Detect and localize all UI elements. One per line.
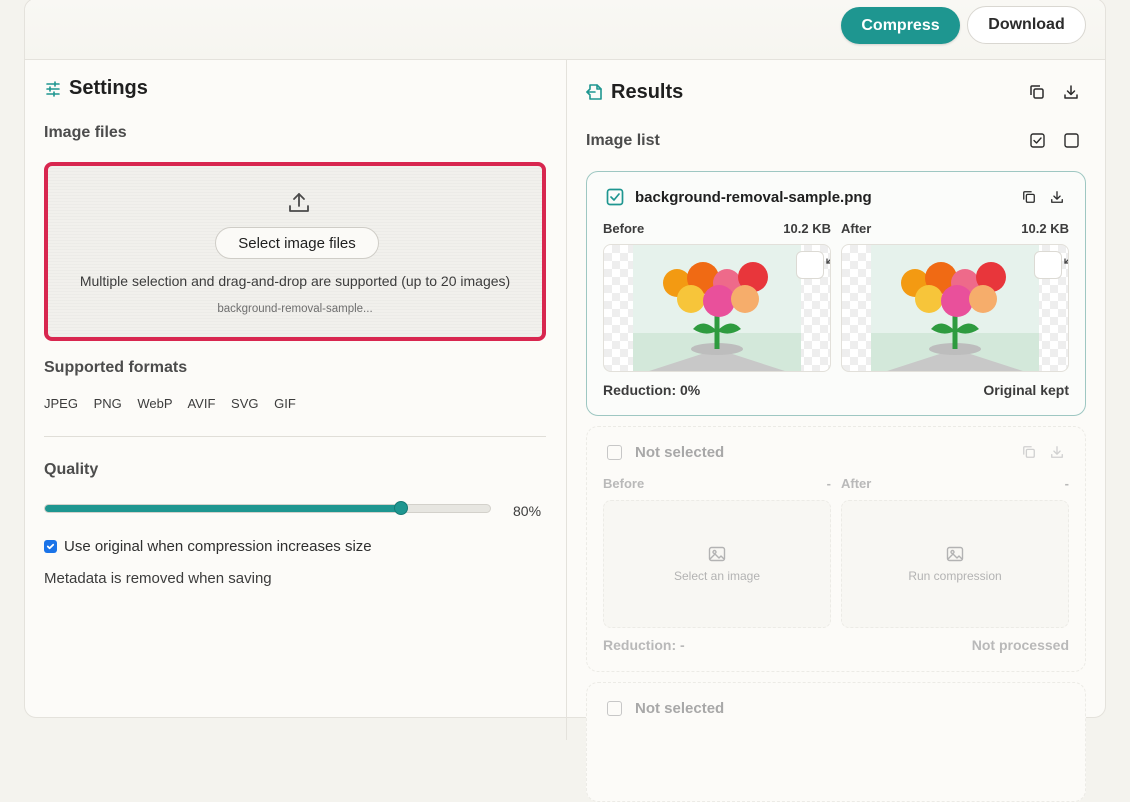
format-item: GIF (274, 396, 296, 411)
image-list-label: Image list (586, 132, 660, 149)
before-placeholder: Select an image (603, 500, 831, 628)
check-square-icon (606, 188, 624, 206)
card-checkbox[interactable] (607, 701, 622, 716)
result-card-empty: Not selected Before - After - Select an … (586, 426, 1086, 672)
upload-icon (287, 191, 311, 220)
before-placeholder-text: Select an image (673, 569, 761, 583)
panel-divider (566, 60, 567, 740)
app-frame: Compress Download Settings Image files S… (24, 0, 1106, 802)
select-all-button[interactable] (1026, 129, 1048, 151)
after-label: After (841, 476, 872, 491)
copy-icon (1023, 446, 1035, 458)
reduction-text: Reduction: 0% (603, 382, 701, 398)
quality-slider-thumb[interactable] (394, 501, 408, 515)
quality-value: 80% (513, 503, 542, 519)
card-checkbox[interactable] (607, 445, 622, 460)
after-placeholder: Run compression (841, 500, 1069, 628)
result-card-empty: Not selected (586, 682, 1086, 802)
file-export-icon (586, 83, 603, 106)
image-icon (946, 546, 964, 562)
format-item: WebP (137, 396, 173, 411)
format-item: SVG (231, 396, 259, 411)
download-icon (1064, 85, 1078, 99)
result-card[interactable]: background-removal-sample.png Before 10.… (586, 171, 1086, 416)
sliders-icon (45, 81, 61, 102)
formats-list: JPEG PNG WebP AVIF SVG GIF (44, 396, 308, 411)
metadata-note: Metadata is removed when saving (44, 570, 272, 587)
flower-image (633, 245, 801, 371)
download-icon (1051, 446, 1063, 458)
image-files-label: Image files (44, 124, 127, 141)
results-title: Results (611, 81, 684, 103)
download-icon (1051, 191, 1063, 203)
after-thumbnail[interactable] (841, 244, 1069, 372)
after-placeholder-text: Run compression (908, 569, 1002, 583)
format-item: JPEG (44, 396, 78, 411)
use-original-checkbox[interactable] (44, 540, 57, 553)
square-icon (1063, 132, 1079, 148)
expand-before-button[interactable] (796, 251, 830, 279)
status-text: Original kept (983, 382, 1069, 398)
before-size: 10.2 KB (783, 221, 831, 236)
expand-after-button[interactable] (1034, 251, 1068, 279)
card-checkbox[interactable] (606, 188, 624, 211)
after-size: - (1064, 476, 1069, 491)
compress-button[interactable]: Compress (841, 7, 960, 44)
card-copy-button[interactable] (1018, 186, 1040, 208)
card-file-name: Not selected (635, 700, 725, 717)
image-icon (708, 546, 726, 562)
expand-icon (826, 258, 830, 264)
copy-all-button[interactable] (1026, 81, 1048, 103)
status-text: Not processed (971, 637, 1069, 653)
use-original-option[interactable]: Use original when compression increases … (44, 538, 372, 555)
quality-slider-fill (45, 505, 401, 512)
before-size: - (826, 476, 831, 491)
copy-icon (1023, 191, 1035, 203)
top-toolbar: Compress Download (25, 0, 1105, 60)
quality-label: Quality (44, 461, 99, 478)
deselect-all-button[interactable] (1060, 129, 1082, 151)
use-original-label: Use original when compression increases … (64, 538, 372, 555)
card-copy-button (1018, 441, 1040, 463)
card-download-button[interactable] (1046, 186, 1068, 208)
flower-image (871, 245, 1039, 371)
card-download-button (1046, 441, 1068, 463)
reduction-text: Reduction: - (603, 637, 685, 653)
after-size: 10.2 KB (1021, 221, 1069, 236)
download-all-button[interactable] (1060, 81, 1082, 103)
format-item: PNG (93, 396, 122, 411)
quality-slider[interactable] (44, 501, 491, 515)
card-file-name: Not selected (635, 444, 725, 461)
dropzone-help-text: Multiple selection and drag-and-drop are… (79, 273, 511, 289)
before-label: Before (603, 221, 645, 236)
section-divider (44, 436, 546, 437)
before-label: Before (603, 476, 645, 491)
expand-icon (1064, 258, 1068, 264)
after-label: After (841, 221, 872, 236)
selected-file-name: background-removal-sample... (217, 303, 373, 315)
select-image-files-button[interactable]: Select image files (215, 227, 379, 259)
copy-icon (1030, 85, 1044, 99)
file-dropzone[interactable]: Select image files Multiple selection an… (44, 162, 546, 341)
before-thumbnail[interactable] (603, 244, 831, 372)
download-button[interactable]: Download (967, 6, 1086, 44)
settings-title: Settings (69, 77, 148, 99)
format-item: AVIF (187, 396, 216, 411)
supported-formats-label: Supported formats (44, 359, 188, 376)
check-square-icon (1029, 132, 1045, 148)
card-file-name: background-removal-sample.png (635, 189, 872, 206)
